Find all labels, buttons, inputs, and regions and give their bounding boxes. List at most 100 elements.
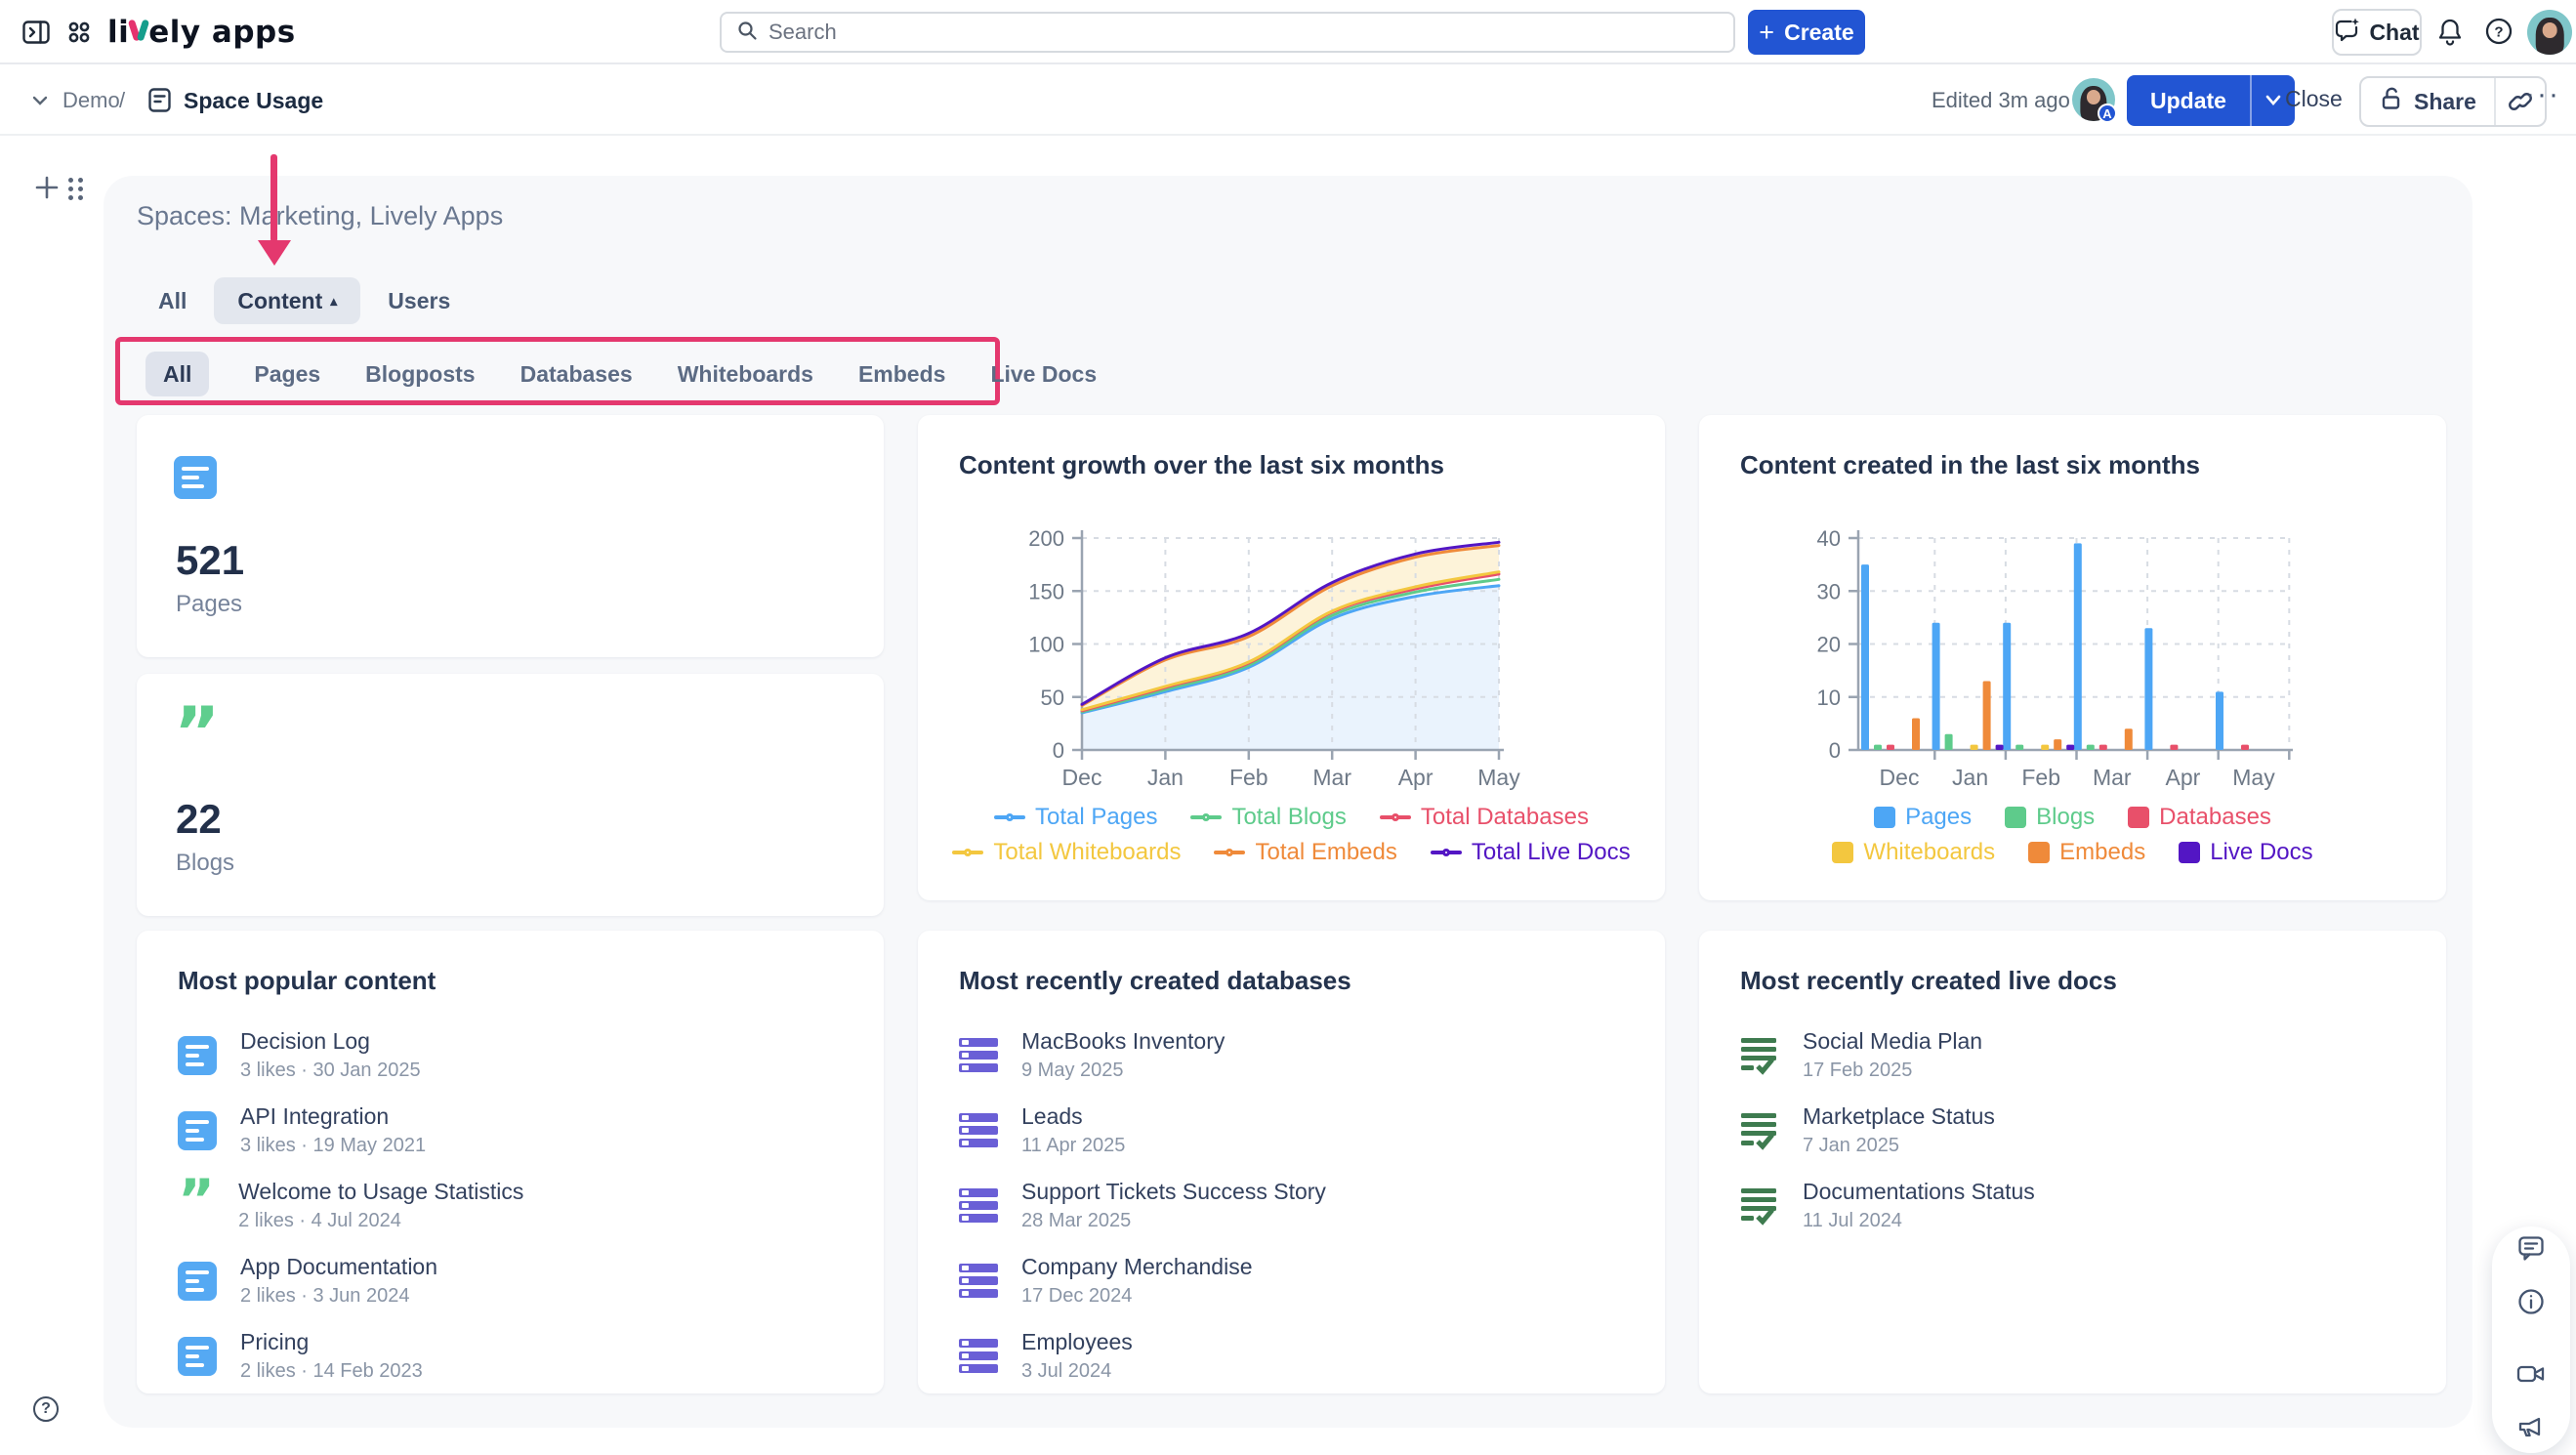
subtab-embeds[interactable]: Embeds — [858, 352, 945, 396]
breadcrumb-root[interactable]: Demo — [62, 88, 120, 113]
create-button[interactable]: + Create — [1748, 10, 1865, 55]
help-icon[interactable]: ? — [2484, 17, 2514, 51]
item-title[interactable]: Leads — [1021, 1103, 1125, 1130]
comments-icon[interactable] — [2516, 1233, 2546, 1268]
list-item[interactable]: Leads 11 Apr 2025 — [959, 1103, 1624, 1157]
item-title[interactable]: Welcome to Usage Statistics — [238, 1179, 523, 1205]
app-grid-icon[interactable] — [64, 18, 94, 52]
user-avatar[interactable] — [2527, 10, 2572, 55]
megaphone-icon[interactable] — [2516, 1412, 2546, 1446]
tab-users[interactable]: Users — [374, 277, 464, 324]
app-header: liely apps + Create Chat — [0, 0, 2576, 64]
item-meta: 3 Jul 2024 — [1021, 1360, 1133, 1383]
item-meta: 28 Mar 2025 — [1021, 1210, 1326, 1232]
caret-up-icon: ▴ — [330, 277, 337, 324]
item-title[interactable]: Pricing — [240, 1329, 423, 1355]
list-item[interactable]: App Documentation 2 likes · 3 Jun 2024 — [178, 1254, 843, 1308]
list-item[interactable]: Marketplace Status 7 Jan 2025 — [1740, 1103, 2405, 1157]
info-icon[interactable] — [2516, 1287, 2546, 1321]
chat-button[interactable]: Chat — [2332, 9, 2422, 56]
item-title[interactable]: MacBooks Inventory — [1021, 1028, 1225, 1055]
item-title[interactable]: App Documentation — [240, 1254, 437, 1280]
subtab-all[interactable]: All — [145, 352, 209, 396]
item-title[interactable]: API Integration — [240, 1103, 426, 1130]
legend-item[interactable]: Databases — [2128, 804, 2271, 831]
database-icon — [959, 1339, 998, 1373]
popular-content-list: Decision Log 3 likes · 30 Jan 2025 API I… — [178, 1028, 843, 1383]
list-item[interactable]: Documentations Status 11 Jul 2024 — [1740, 1179, 2405, 1232]
close-button[interactable]: Close — [2285, 86, 2343, 112]
tab-content[interactable]: Content▴ — [214, 277, 360, 324]
subtab-whiteboards[interactable]: Whiteboards — [678, 352, 813, 396]
global-search[interactable] — [720, 12, 1735, 53]
legend-item[interactable]: Blogs — [2005, 804, 2095, 831]
chart-title: Content growth over the last six months — [959, 450, 1444, 480]
page-toolbar: Demo / Space Usage Edited 3m ago A Updat… — [0, 64, 2576, 136]
share-button[interactable]: Share — [2361, 78, 2494, 125]
search-input[interactable] — [769, 20, 1720, 45]
item-title[interactable]: Marketplace Status — [1803, 1103, 1995, 1130]
chevron-down-icon[interactable] — [27, 91, 53, 115]
item-title[interactable]: Employees — [1021, 1329, 1133, 1355]
recent-databases-list: MacBooks Inventory 9 May 2025 Leads 11 A… — [959, 1028, 1624, 1383]
item-meta: 11 Apr 2025 — [1021, 1135, 1125, 1157]
page-icon — [178, 1111, 217, 1150]
legend-item[interactable]: Total Databases — [1380, 804, 1589, 831]
list-item[interactable]: Company Merchandise 17 Dec 2024 — [959, 1254, 1624, 1308]
legend-item[interactable]: Total Embeds — [1214, 839, 1396, 866]
legend-item[interactable]: Live Docs — [2179, 839, 2312, 866]
list-item[interactable]: Employees 3 Jul 2024 — [959, 1329, 1624, 1383]
subtab-databases[interactable]: Databases — [520, 352, 633, 396]
legend-item[interactable]: Total Pages — [994, 804, 1157, 831]
database-icon — [959, 1188, 998, 1223]
svg-text:50: 50 — [1041, 686, 1064, 710]
chat-label: Chat — [2369, 20, 2419, 46]
legend-label: Embeds — [2059, 839, 2145, 866]
help-floating-button[interactable]: ? — [33, 1396, 59, 1422]
legend-item[interactable]: Embeds — [2028, 839, 2145, 866]
legend-item[interactable]: Total Whiteboards — [952, 839, 1181, 866]
tab-bar: All Content▴ Users — [145, 277, 464, 324]
item-title[interactable]: Decision Log — [240, 1028, 421, 1055]
list-item[interactable]: MacBooks Inventory 9 May 2025 — [959, 1028, 1624, 1082]
legend-item[interactable]: Total Blogs — [1190, 804, 1346, 831]
stat-card-blogs: ” 22 Blogs — [137, 674, 884, 916]
item-title[interactable]: Support Tickets Success Story — [1021, 1179, 1326, 1205]
list-item[interactable]: Support Tickets Success Story 28 Mar 202… — [959, 1179, 1624, 1232]
item-title[interactable]: Company Merchandise — [1021, 1254, 1253, 1280]
legend-item[interactable]: Pages — [1874, 804, 1972, 831]
list-title: Most recently created databases — [959, 966, 1351, 996]
sidebar-toggle-icon[interactable] — [21, 18, 51, 52]
subtab-blogposts[interactable]: Blogposts — [365, 352, 475, 396]
page-icon — [178, 1337, 217, 1376]
create-label: Create — [1784, 20, 1854, 46]
app-logo[interactable]: liely apps — [107, 15, 296, 50]
svg-text:Apr: Apr — [1398, 765, 1433, 790]
drag-handle-icon[interactable] — [68, 178, 84, 200]
page-icon — [174, 456, 217, 499]
video-icon[interactable] — [2515, 1360, 2547, 1393]
legend-item[interactable]: Whiteboards — [1832, 839, 1995, 866]
notifications-bell-icon[interactable] — [2435, 17, 2465, 53]
livedoc-icon — [1740, 1186, 1779, 1226]
list-item[interactable]: Decision Log 3 likes · 30 Jan 2025 — [178, 1028, 843, 1082]
list-item[interactable]: API Integration 3 likes · 19 May 2021 — [178, 1103, 843, 1157]
share-group: Share — [2359, 76, 2547, 127]
breadcrumb-page-title[interactable]: Space Usage — [184, 88, 323, 114]
legend-item[interactable]: Total Live Docs — [1431, 839, 1631, 866]
update-button[interactable]: Update — [2127, 75, 2250, 126]
list-item[interactable]: Pricing 2 likes · 14 Feb 2023 — [178, 1329, 843, 1383]
stat-label: Pages — [176, 591, 242, 618]
list-item[interactable]: ” Welcome to Usage Statistics 2 likes · … — [178, 1179, 843, 1232]
more-actions-button[interactable]: ··· — [2525, 78, 2560, 111]
item-title[interactable]: Social Media Plan — [1803, 1028, 1982, 1055]
tab-all[interactable]: All — [145, 277, 200, 324]
item-title[interactable]: Documentations Status — [1803, 1179, 2035, 1205]
legend-label: Pages — [1905, 804, 1972, 831]
annotation-arrow — [270, 154, 277, 242]
add-block-icon[interactable] — [33, 174, 61, 206]
subtab-live-docs[interactable]: Live Docs — [990, 352, 1097, 396]
stat-label: Blogs — [176, 850, 234, 877]
subtab-pages[interactable]: Pages — [254, 352, 320, 396]
list-item[interactable]: Social Media Plan 17 Feb 2025 — [1740, 1028, 2405, 1082]
